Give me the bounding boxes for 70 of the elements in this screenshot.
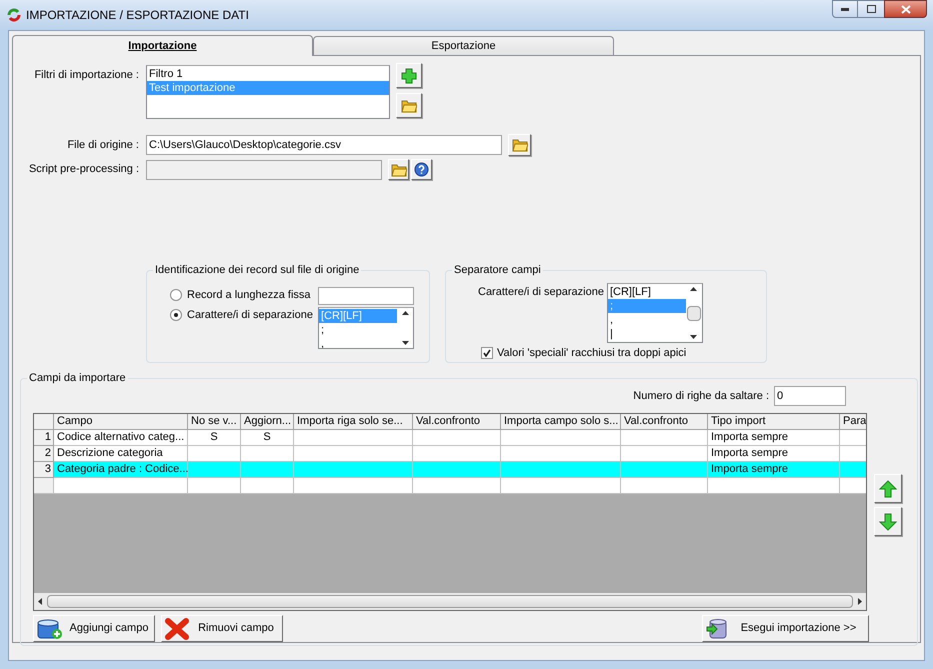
folder-icon <box>512 138 528 152</box>
list-box[interactable]: [CR][LF] ; , | <box>606 283 703 343</box>
scroll-up-icon[interactable] <box>402 311 408 315</box>
source-file-field[interactable]: C:\Users\Glauco\Desktop\categorie.csv <box>146 135 502 155</box>
field-label: Script pre-processing : <box>28 162 139 178</box>
list-item[interactable]: [CR][LF] <box>608 285 686 299</box>
list-item[interactable]: ; <box>319 323 397 337</box>
scroll-right-icon[interactable] <box>858 598 862 605</box>
maximize-button[interactable] <box>858 0 884 18</box>
arrow-up-icon <box>879 480 897 498</box>
skip-rows-field[interactable]: 0 <box>774 386 846 406</box>
maximize-icon <box>866 5 876 13</box>
database-arrow-icon <box>706 618 728 640</box>
group-title: Identificazione dei record sul file di origine <box>153 263 362 277</box>
row-number: 3 <box>34 462 54 478</box>
window-title: IMPORTAZIONE / ESPORTAZIONE DATI <box>26 7 249 24</box>
plus-icon <box>401 68 417 84</box>
table-row[interactable]: 2 Descrizione categoria Importa sempre <box>34 446 866 462</box>
field-button[interactable]: Aggiungi campo <box>33 615 155 642</box>
group-title: Separatore campi <box>452 263 543 277</box>
close-icon <box>900 4 910 14</box>
minimize-icon <box>841 8 849 10</box>
separator-label: Carattere/i di separazione <box>478 285 604 300</box>
list-box[interactable]: Filtro 1 Test importazione <box>146 65 390 119</box>
row-number: 2 <box>34 446 54 462</box>
field-label: Filtri di importazione : <box>33 68 139 83</box>
database-add-icon <box>37 618 63 640</box>
minimize-button[interactable] <box>832 0 858 18</box>
row-header <box>34 478 54 494</box>
browse-button[interactable] <box>508 134 531 156</box>
group-title: Campi da importare <box>27 371 128 385</box>
move-down-button[interactable] <box>874 507 902 536</box>
folder-icon <box>390 162 406 176</box>
record-length-field[interactable] <box>318 287 414 305</box>
move-up-button[interactable] <box>874 474 902 503</box>
field-label: File di origine : <box>66 138 139 153</box>
help-icon <box>414 162 429 177</box>
help-button[interactable] <box>411 159 432 180</box>
folder-icon <box>401 98 417 112</box>
table-row[interactable]: 1 Codice alternativo categ... S S Importa sempre <box>34 430 866 446</box>
horizontal-scrollbar[interactable] <box>34 593 866 610</box>
browse-button[interactable] <box>388 159 409 180</box>
scroll-thumb[interactable] <box>47 595 853 608</box>
skip-rows-label: Numero di righe da saltare : <box>633 388 769 404</box>
radio-button[interactable] <box>170 289 182 301</box>
arrow-down-icon <box>879 512 897 530</box>
scroll-left-icon[interactable] <box>38 598 42 605</box>
scroll-down-icon[interactable] <box>690 335 698 339</box>
scroll-up-icon[interactable] <box>690 287 698 291</box>
checkbox-label: Valori 'speciali' racchiusi tra doppi apici <box>497 346 686 361</box>
checkbox[interactable] <box>481 347 493 360</box>
tab[interactable]: Esportazione <box>313 36 614 55</box>
run-import-button[interactable]: Esegui importazione >> <box>702 615 869 642</box>
radio-button[interactable] <box>170 309 182 321</box>
radio-label: Record a lunghezza fissa <box>187 288 311 303</box>
add-filter-button[interactable] <box>396 63 422 88</box>
close-button[interactable] <box>884 0 927 18</box>
check-icon <box>483 349 491 358</box>
scroll-thumb[interactable] <box>686 306 701 320</box>
app-icon <box>6 7 22 23</box>
list-item[interactable]: | <box>608 327 686 341</box>
row-number: 1 <box>34 430 54 446</box>
scroll-down-icon[interactable] <box>402 341 408 345</box>
tab[interactable]: Importazione <box>12 35 313 56</box>
radio-label: Carattere/i di separazione <box>187 308 313 323</box>
list-item[interactable]: , <box>608 313 686 327</box>
open-filter-button[interactable] <box>396 93 422 118</box>
close-icon <box>165 618 189 640</box>
field-button[interactable]: Rimuovi campo <box>161 615 283 642</box>
list-item[interactable]: Filtro 1 <box>147 67 389 81</box>
